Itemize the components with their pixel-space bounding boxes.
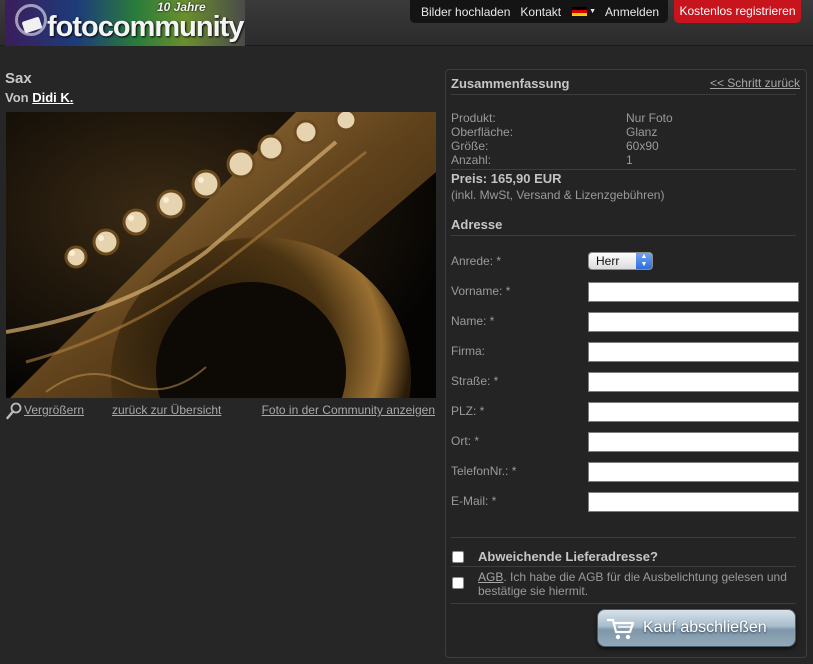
magnifier-icon[interactable] (6, 402, 22, 420)
alt-address-label: Abweichende Lieferadresse? (478, 549, 658, 564)
saxophone-photo[interactable] (6, 112, 436, 398)
divider (451, 169, 796, 170)
order-panel: Zusammenfassung << Schritt zurück Produk… (445, 69, 807, 658)
summary-value-surface: Glanz (626, 125, 658, 139)
salutation-label: Anrede: * (451, 254, 502, 268)
address-title: Adresse (451, 217, 503, 232)
upload-images-link[interactable]: Bilder hochladen (416, 5, 515, 19)
phone-label: TelefonNr.: * (451, 464, 517, 478)
contact-link[interactable]: Kontakt (515, 5, 566, 19)
shopping-cart-icon (607, 618, 635, 640)
byline-prefix: Von (5, 90, 29, 105)
summary-value-size: 60x90 (626, 139, 659, 153)
enlarge-link[interactable]: Vergrößern (24, 403, 84, 417)
brand-name: fotocommunity (47, 11, 244, 43)
zip-label: PLZ: * (451, 404, 485, 418)
divider (451, 603, 796, 604)
alt-address-checkbox[interactable] (452, 551, 464, 563)
first-name-input[interactable] (588, 282, 799, 302)
register-button[interactable]: Kostenlos registrieren (674, 0, 801, 23)
agb-link[interactable]: AGB (478, 570, 503, 584)
summary-title: Zusammenfassung (451, 76, 570, 91)
price-total: Preis: 165,90 EUR (451, 171, 562, 186)
phone-input[interactable] (588, 462, 799, 482)
first-name-label: Vorname: * (451, 284, 511, 298)
email-label: E-Mail: * (451, 494, 497, 508)
agb-checkbox[interactable] (452, 577, 464, 589)
login-link[interactable]: Anmelden (600, 5, 664, 19)
street-input[interactable] (588, 372, 799, 392)
summary-label-product: Produkt: (451, 111, 496, 125)
agb-consent-text: AGB. Ich habe die AGB für die Ausbelicht… (478, 570, 798, 598)
divider (451, 235, 796, 236)
complete-purchase-label: Kauf abschließen (643, 619, 767, 636)
caret-down-icon: ▼ (589, 8, 597, 15)
divider (451, 537, 796, 538)
summary-value-quantity: 1 (626, 153, 633, 167)
view-in-community-link[interactable]: Foto in der Community anzeigen (262, 403, 435, 417)
top-nav: Bilder hochladen Kontakt ▼ Anmelden (410, 0, 668, 23)
salutation-select[interactable]: Herr ▲ ▼ (588, 252, 653, 270)
agb-consent-body: . Ich habe die AGB für die Ausbelichtung… (478, 570, 787, 598)
photo-title: Sax (5, 70, 32, 87)
camera-logo-icon (15, 4, 47, 36)
city-input[interactable] (588, 432, 799, 452)
email-input[interactable] (588, 492, 799, 512)
language-select[interactable]: ▼ (572, 7, 596, 16)
german-flag-icon (572, 7, 588, 16)
divider (451, 566, 796, 567)
fotocommunity-logo[interactable]: 10 Jahre fotocommunity (5, 0, 245, 46)
summary-value-product: Nur Foto (626, 111, 673, 125)
top-bar: 10 Jahre fotocommunity Bilder hochladen … (0, 0, 813, 46)
summary-label-size: Größe: (451, 139, 489, 153)
photo-byline: Von Didi K. (5, 90, 73, 105)
salutation-value: Herr (596, 254, 620, 268)
summary-label-quantity: Anzahl: (451, 153, 492, 167)
divider (451, 94, 796, 95)
complete-purchase-button[interactable]: Kauf abschließen (597, 609, 796, 647)
street-label: Straße: * (451, 374, 499, 388)
author-link[interactable]: Didi K. (32, 90, 73, 105)
company-label: Firma: (451, 344, 485, 358)
price-note: (inkl. MwSt, Versand & Lizenzgebühren) (451, 188, 665, 202)
last-name-input[interactable] (588, 312, 799, 332)
photo-links: Vergrößern zurück zur Übersicht Foto in … (6, 402, 436, 420)
city-label: Ort: * (451, 434, 480, 448)
company-input[interactable] (588, 342, 799, 362)
zip-input[interactable] (588, 402, 799, 422)
select-arrows-icon: ▲ ▼ (636, 253, 652, 269)
saxophone-image (6, 112, 436, 398)
step-back-link[interactable]: << Schritt zurück (710, 76, 800, 90)
last-name-label: Name: * (451, 314, 495, 328)
back-to-overview-link[interactable]: zurück zur Übersicht (112, 403, 221, 417)
summary-label-surface: Oberfläche: (451, 125, 514, 139)
